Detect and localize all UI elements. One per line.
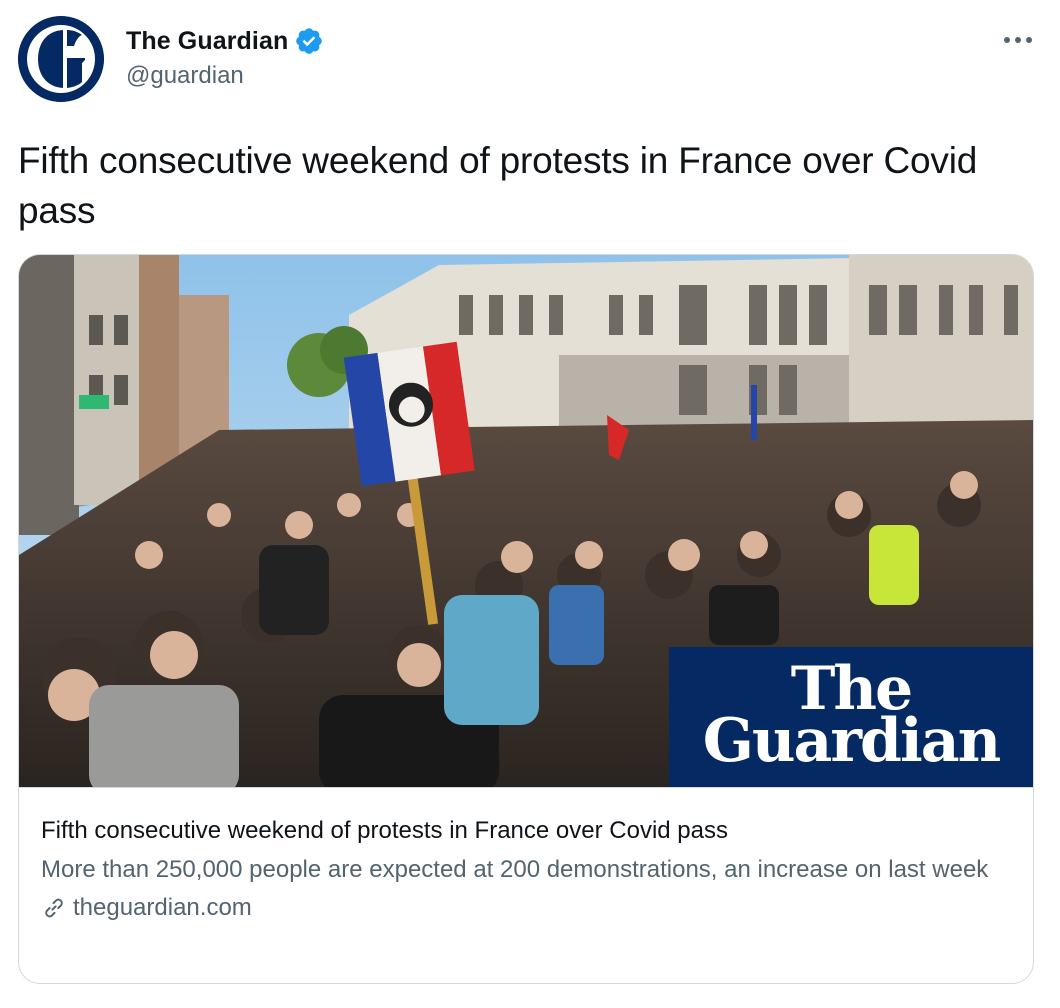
verified-badge-icon — [296, 28, 323, 54]
card-domain-text[interactable]: theguardian.com — [73, 894, 252, 922]
display-name[interactable]: The Guardian — [126, 27, 288, 56]
tweet-text: Fifth consecutive weekend of protests in… — [18, 140, 978, 231]
account-name-row[interactable]: The Guardian — [126, 24, 324, 58]
card-domain[interactable]: theguardian.com — [41, 894, 1013, 922]
more-dots-icon — [1004, 37, 1032, 43]
link-card[interactable]: The Guardian Fifth consecutive weekend o… — [18, 254, 1034, 984]
avatar[interactable] — [18, 16, 104, 102]
card-description: More than 250,000 people are expected at… — [41, 856, 989, 883]
logo-line-2: Guardian — [702, 706, 1002, 776]
guardian-g-logo-icon — [18, 16, 104, 102]
guardian-logo: The Guardian — [669, 647, 1033, 787]
account-handle[interactable]: @guardian — [126, 62, 244, 90]
card-image[interactable]: The Guardian — [19, 255, 1033, 787]
more-options-button[interactable] — [1000, 28, 1036, 52]
link-icon — [45, 898, 63, 918]
card-title[interactable]: Fifth consecutive weekend of protests in… — [41, 816, 1013, 846]
card-body[interactable]: Fifth consecutive weekend of protests in… — [19, 787, 1033, 983]
